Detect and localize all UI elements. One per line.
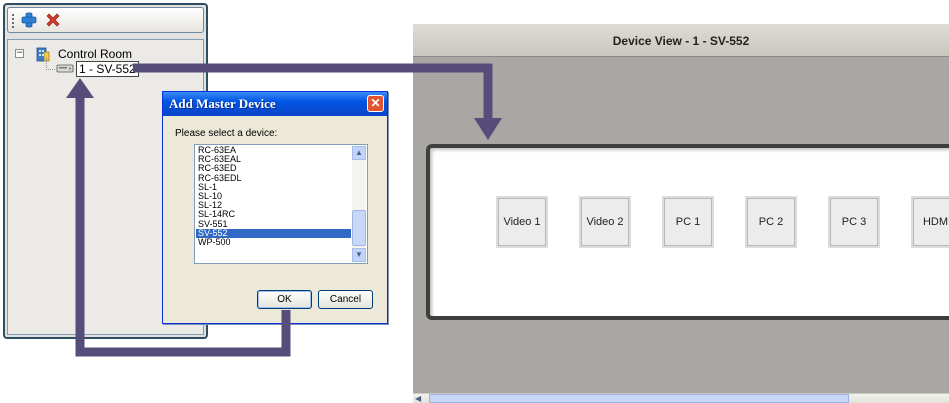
dialog-title: Add Master Device xyxy=(169,96,276,111)
scroll-down-icon[interactable]: ▼ xyxy=(352,248,366,262)
toolbar-grip[interactable] xyxy=(12,14,14,28)
ok-button[interactable]: OK xyxy=(257,290,312,309)
source-button[interactable]: HDMI xyxy=(911,196,949,248)
delete-device-button[interactable] xyxy=(44,11,62,29)
device-list: RC-63EA RC-63EAL RC-63ED RC-63EDL SL-1 SL-10 S… xyxy=(196,146,351,247)
device-list-item[interactable]: RC-63EAL xyxy=(196,155,351,164)
source-button[interactable]: Video 1 xyxy=(496,196,548,248)
close-icon[interactable]: ✕ xyxy=(367,95,384,112)
device-list-item[interactable]: SL-14RC xyxy=(196,210,351,219)
add-device-button[interactable] xyxy=(20,11,38,29)
tree-connector xyxy=(46,69,55,71)
device-list-item[interactable]: RC-63ED xyxy=(196,164,351,173)
device-view-titlebar: Device View - 1 - SV-552 xyxy=(413,24,949,57)
dialog-titlebar[interactable]: Add Master Device ✕ xyxy=(163,92,387,116)
device-list-item[interactable]: SL-1 xyxy=(196,183,351,192)
delete-x-icon xyxy=(46,13,60,27)
dialog-prompt: Please select a device: xyxy=(175,128,278,139)
cancel-button[interactable]: Cancel xyxy=(318,290,373,309)
device-list-item[interactable]: WP-500 xyxy=(196,238,351,247)
device-list-item[interactable]: SL-10 xyxy=(196,192,351,201)
source-button[interactable]: PC 3 xyxy=(828,196,880,248)
device-list-item[interactable]: RC-63EDL xyxy=(196,174,351,183)
add-master-device-dialog: Add Master Device ✕ Please select a devi… xyxy=(162,91,388,324)
device-view-title: Device View - 1 - SV-552 xyxy=(612,34,750,48)
scroll-up-icon[interactable]: ▲ xyxy=(352,146,366,160)
tree-node-control-room[interactable]: Control Room xyxy=(58,47,132,61)
tree-toolbar xyxy=(7,7,204,33)
plus-icon xyxy=(21,12,37,28)
source-button[interactable]: PC 2 xyxy=(745,196,797,248)
device-list-item[interactable]: SV-552 xyxy=(196,228,351,238)
horizontal-scrollbar-thumb[interactable] xyxy=(429,394,849,403)
source-button[interactable]: Video 2 xyxy=(579,196,631,248)
device-listbox[interactable]: RC-63EA RC-63EAL RC-63ED RC-63EDL SL-1 SL-10 S… xyxy=(194,144,368,264)
device-list-item[interactable]: SV-551 xyxy=(196,220,351,229)
device-view-panel: Device View - 1 - SV-552 Video 1 Video 2 P… xyxy=(413,24,949,403)
device-list-item[interactable]: RC-63EA xyxy=(196,146,351,155)
building-icon xyxy=(34,45,52,63)
source-button[interactable]: PC 1 xyxy=(662,196,714,248)
horizontal-scrollbar[interactable]: ◀ xyxy=(413,393,949,403)
tree-node-device[interactable]: 1 - SV-552 xyxy=(76,61,139,77)
device-list-item[interactable]: SL-12 xyxy=(196,201,351,210)
collapse-toggle[interactable]: − xyxy=(15,49,24,58)
scroll-left-icon[interactable]: ◀ xyxy=(415,394,427,403)
device-icon xyxy=(56,63,74,75)
scrollbar-thumb[interactable] xyxy=(352,210,366,246)
listbox-scrollbar[interactable]: ▲ ▼ xyxy=(352,146,366,262)
device-faceplate: Video 1 Video 2 PC 1 PC 2 PC 3 HDMI xyxy=(426,144,949,320)
